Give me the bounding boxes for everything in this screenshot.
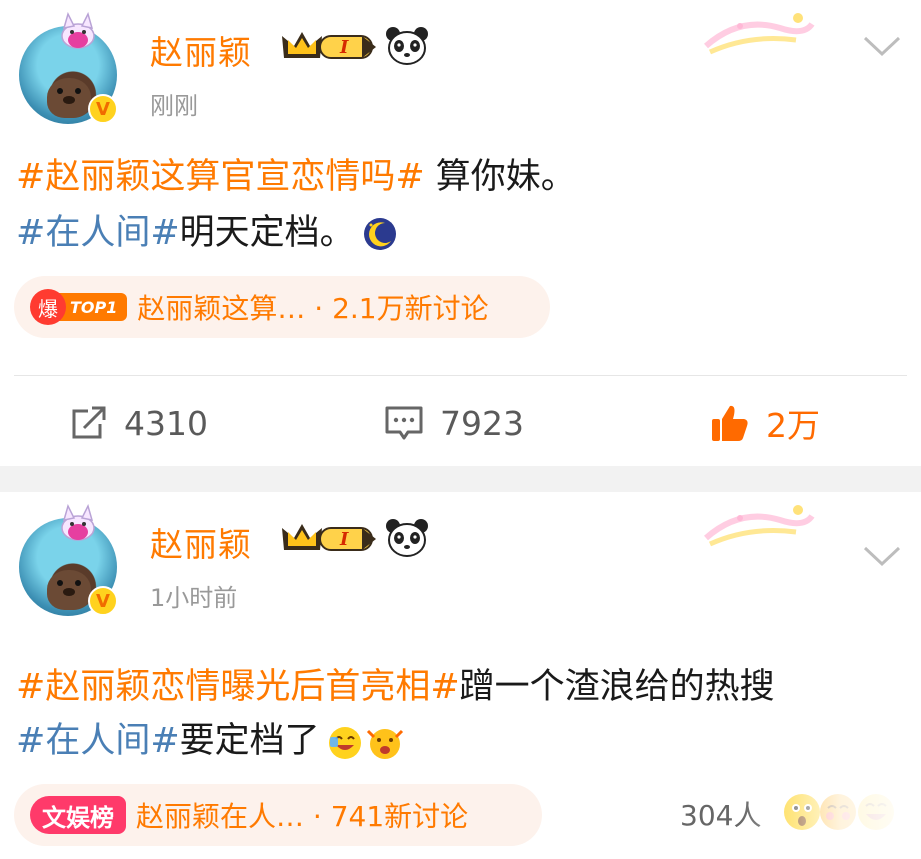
laughing-emoji-icon (328, 727, 361, 759)
post-text: 明天定档。 (179, 213, 355, 253)
chevron-down-icon[interactable] (862, 34, 902, 58)
post-separator (0, 466, 921, 492)
card-decoration-icon (704, 505, 815, 547)
panda-icon (386, 27, 428, 65)
vip-crown-icon: I (282, 524, 376, 551)
weibo-post-2: V 赵丽颖 I 1小时前 #赵丽颖恋情曝光后首亮相#蹭一个渣浪给的热搜 #在人间… (0, 492, 921, 859)
avatar[interactable]: V (16, 12, 126, 124)
vip-crown-icon: I (282, 32, 376, 59)
vip-level: I (339, 529, 349, 550)
hot-topic-text: 赵丽颖在人… · 741新讨论 (136, 800, 469, 833)
cheering-emoji-icon (366, 729, 403, 759)
verified-badge-icon: V (88, 586, 118, 616)
repost-count: 4310 (124, 403, 208, 443)
username[interactable]: 赵丽颖 (150, 518, 252, 566)
post-text: 蹭一个渣浪给的热搜 (459, 667, 775, 707)
moon-emoji-icon (363, 218, 396, 250)
thumbs-up-icon (712, 405, 748, 441)
ent-ranking-badge: 文娱榜 (30, 796, 126, 834)
post-text-line-2: #在人间#明天定档。 (16, 204, 399, 262)
avatar-decoration-cat-icon (61, 504, 95, 541)
comment-button[interactable]: 7923 (384, 398, 524, 448)
repost-button[interactable]: 4310 (70, 398, 208, 448)
comment-icon (385, 406, 423, 440)
like-count: 2万 (766, 406, 820, 445)
hashtag-link[interactable]: #赵丽颖恋情曝光后首亮相# (16, 667, 460, 707)
verified-badge-icon: V (88, 94, 118, 124)
hashtag-link[interactable]: #在人间# (16, 213, 180, 253)
hot-topic-pill[interactable]: 爆 TOP1 赵丽颖这算… · 2.1万新讨论 (14, 276, 550, 338)
reactions-count[interactable]: 304人 (680, 794, 761, 834)
post-time: 1小时前 (150, 584, 238, 612)
avatar-decoration-cat-icon (61, 12, 95, 49)
comment-count: 7923 (440, 403, 524, 443)
like-button[interactable]: 2万 (710, 398, 820, 448)
post-time: 刚刚 (150, 92, 198, 120)
post-text-line-1: #赵丽颖恋情曝光后首亮相#蹭一个渣浪给的热搜 (16, 658, 775, 716)
post-text: 要定档了 (179, 721, 320, 761)
vip-level: I (339, 37, 349, 58)
post-text-line-1: #赵丽颖这算官宣恋情吗# 算你妹。 (16, 148, 576, 206)
hashtag-link[interactable]: #在人间# (16, 721, 180, 761)
post-text-line-2: #在人间#要定档了 (16, 712, 404, 770)
avatar[interactable]: V (16, 504, 126, 616)
chevron-down-icon[interactable] (862, 544, 902, 568)
repost-icon (72, 406, 106, 439)
hashtag-link[interactable]: #赵丽颖这算官宣恋情吗# (16, 157, 425, 197)
panda-icon (386, 519, 428, 557)
hot-badge: 爆 (30, 289, 66, 325)
divider (14, 375, 907, 376)
ent-ranking-pill[interactable]: 文娱榜 赵丽颖在人… · 741新讨论 (14, 784, 542, 846)
hot-topic-text: 赵丽颖这算… · 2.1万新讨论 (137, 292, 489, 325)
card-decoration-icon (704, 13, 815, 55)
username[interactable]: 赵丽颖 (150, 26, 252, 74)
reaction-emojis-icon[interactable] (782, 790, 902, 834)
post-text: 算你妹。 (424, 157, 576, 197)
weibo-post-1: V 赵丽颖 I 刚刚 #赵丽颖这算官宣恋情吗# 算你妹。 #在人间#明天定档。 … (0, 0, 921, 466)
